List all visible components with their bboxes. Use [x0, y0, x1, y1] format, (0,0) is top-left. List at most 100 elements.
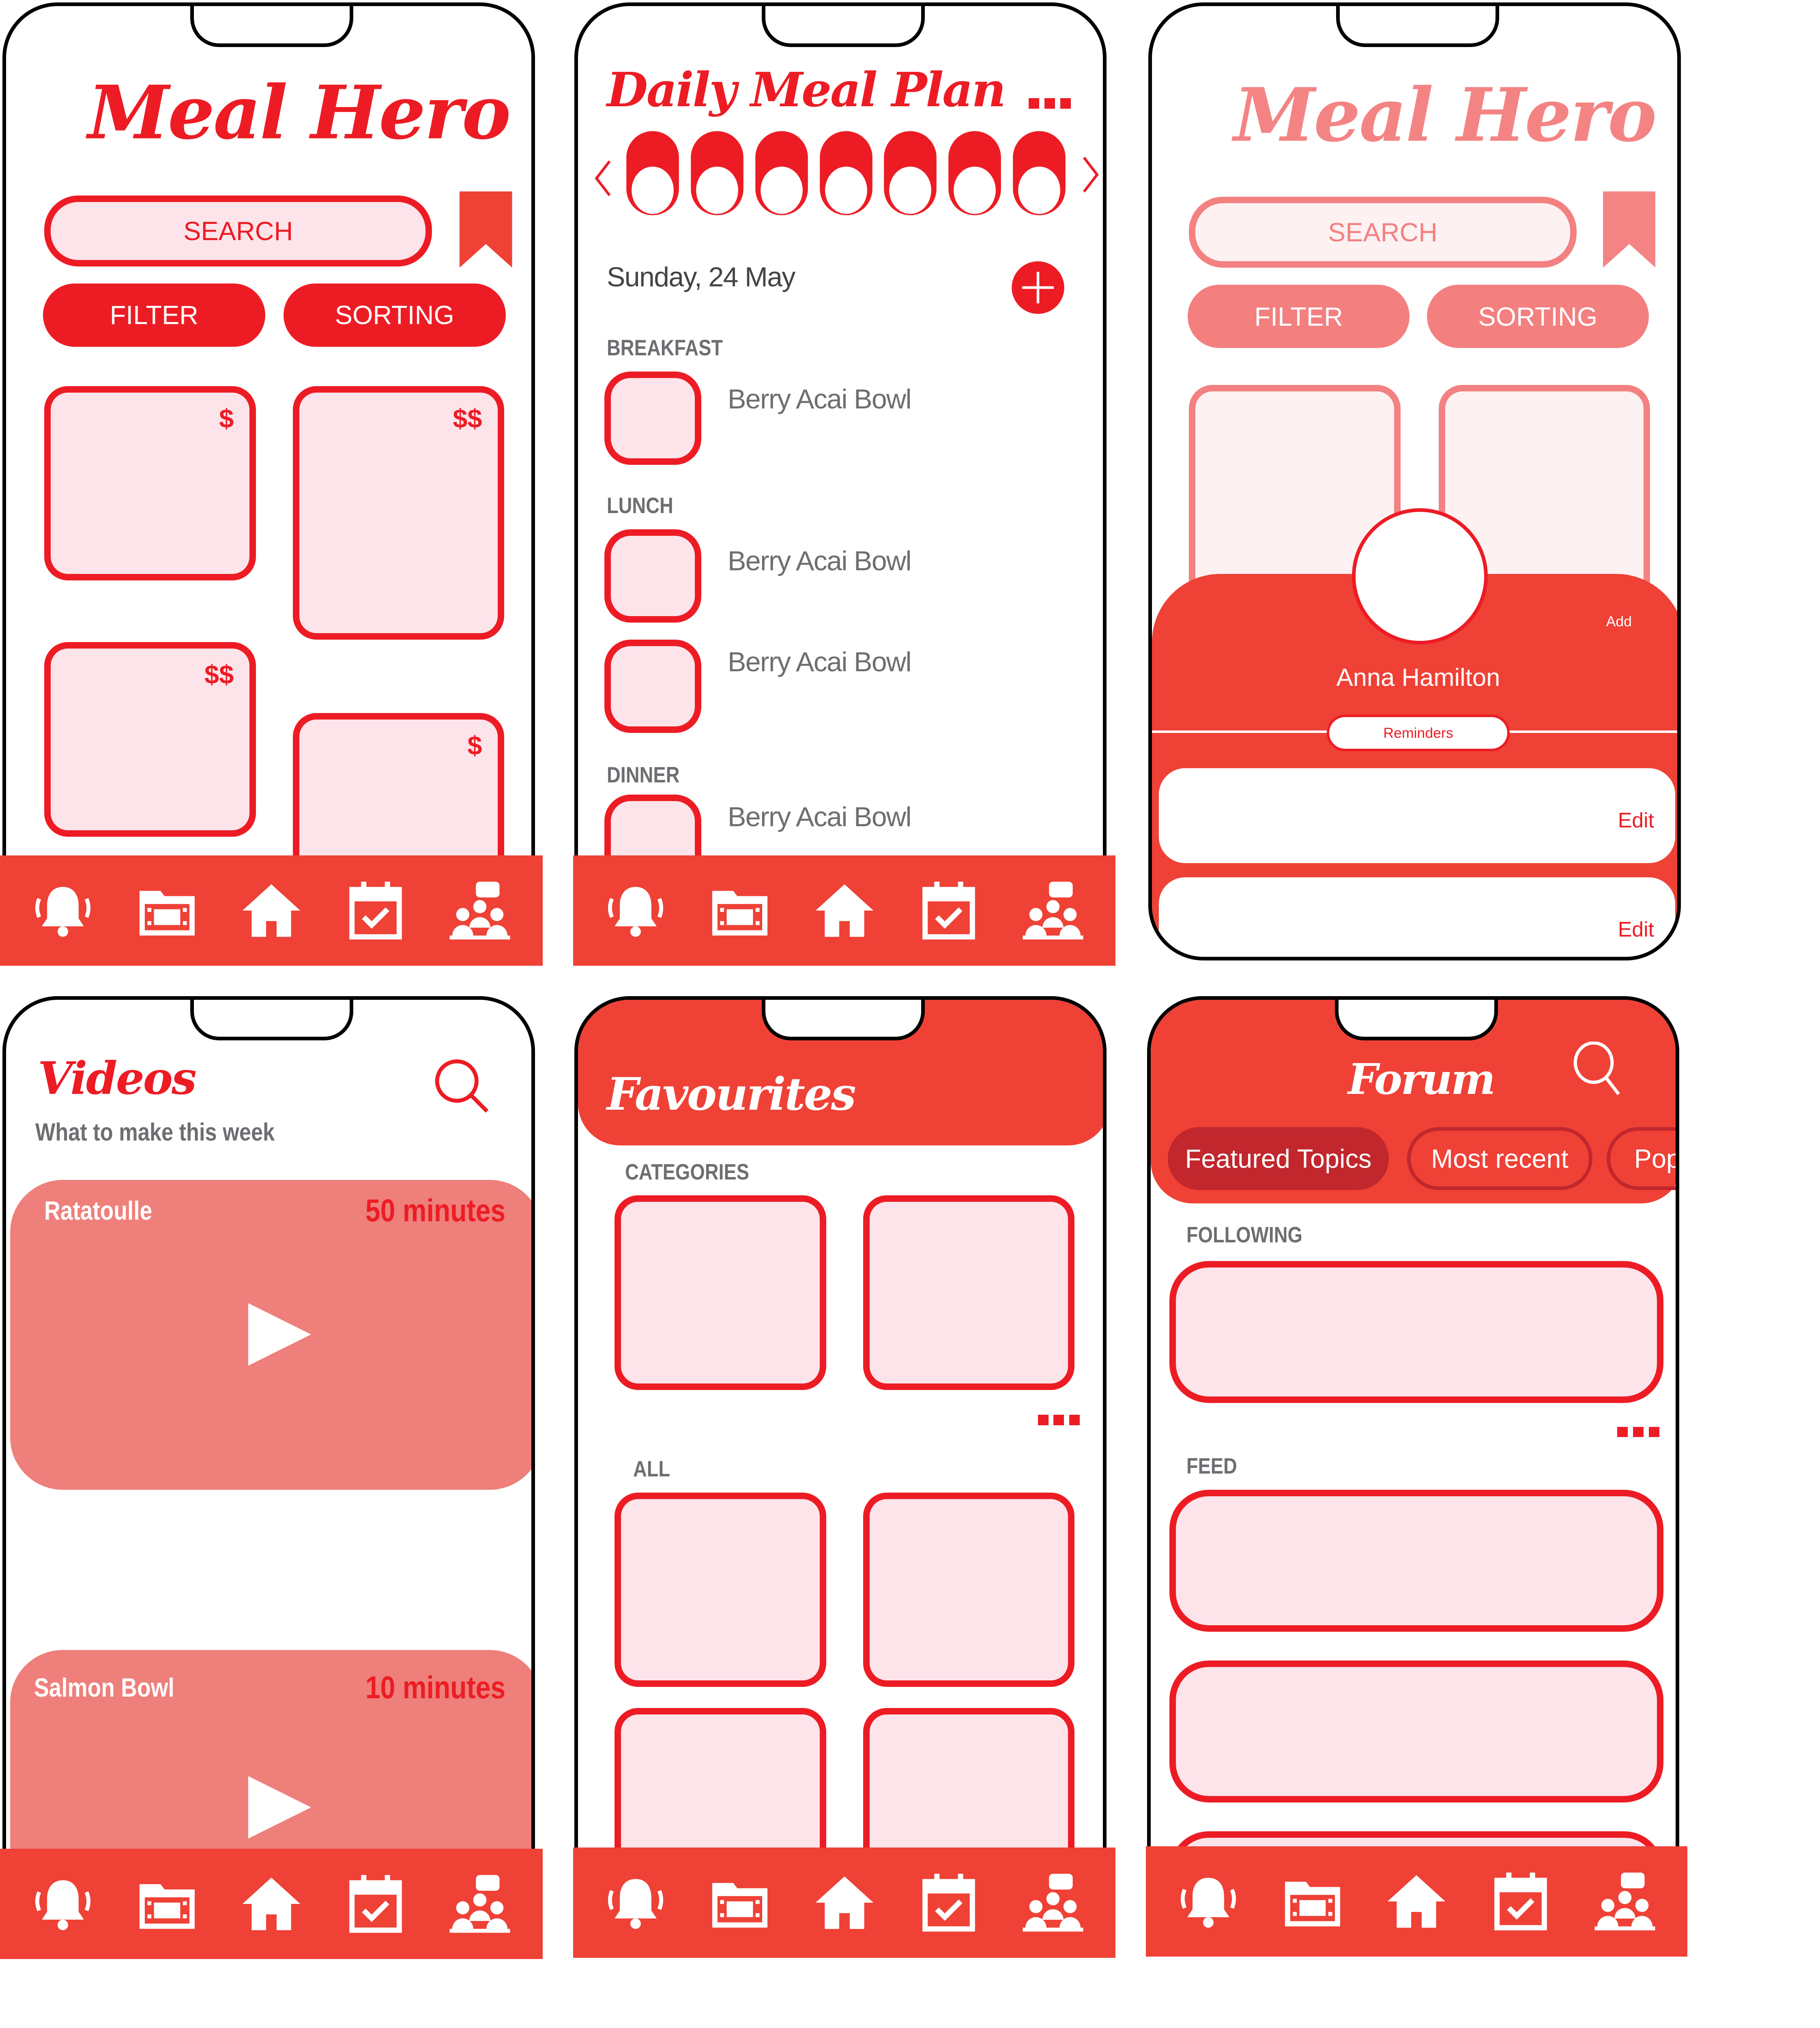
nav-forum-button[interactable]	[1019, 877, 1087, 945]
recipe-card[interactable]: $	[44, 386, 256, 581]
meal-item[interactable]: Berry Acai Bowl	[728, 545, 912, 577]
nav-meal-plan-button[interactable]	[915, 1869, 983, 1937]
nav-home-button[interactable]	[810, 1869, 878, 1937]
app-logo: Meal Hero	[88, 69, 511, 156]
meal-item[interactable]: Berry Acai Bowl	[728, 646, 912, 678]
home-icon	[242, 1878, 301, 1931]
day-toggle[interactable]	[819, 130, 874, 217]
meal-thumbnail[interactable]	[604, 640, 702, 733]
film-icon	[712, 1883, 768, 1928]
page-title: Videos	[38, 1052, 197, 1105]
nav-notifications-button[interactable]	[602, 1869, 670, 1937]
nav-notifications-button[interactable]	[1174, 1867, 1242, 1936]
day-toggle[interactable]	[754, 130, 809, 217]
nav-forum-button[interactable]	[1019, 1869, 1087, 1937]
add-meal-button[interactable]	[1010, 260, 1066, 315]
nav-notifications-button[interactable]	[28, 1870, 97, 1938]
calendar-check-icon	[349, 1875, 402, 1933]
community-icon	[1023, 881, 1083, 940]
calendar-check-icon	[349, 881, 402, 940]
film-icon	[712, 891, 768, 936]
page-title: Favourites	[607, 1068, 856, 1121]
nav-forum-button[interactable]	[446, 877, 514, 945]
bookmark-icon[interactable]	[460, 191, 512, 268]
filter-button[interactable]: FILTER	[43, 284, 265, 347]
following-card[interactable]	[1169, 1261, 1663, 1403]
category-card[interactable]	[863, 1195, 1075, 1390]
meal-thumbnail[interactable]	[604, 529, 702, 623]
video-card[interactable]: Ratatoulle 50 minutes	[10, 1179, 531, 1490]
nav-home-button[interactable]	[237, 1870, 305, 1938]
selected-date: Sunday, 24 May	[607, 261, 795, 292]
meal-item[interactable]: Berry Acai Bowl	[728, 383, 912, 415]
nav-meal-plan-button[interactable]	[915, 877, 983, 945]
search-input[interactable]: SEARCH	[44, 195, 432, 266]
day-toggle[interactable]	[690, 130, 745, 217]
calendar-check-icon	[1494, 1872, 1547, 1931]
more-options-icon[interactable]	[1028, 98, 1071, 109]
favourite-card[interactable]	[615, 1492, 827, 1687]
meal-item[interactable]: Berry Acai Bowl	[728, 801, 912, 833]
section-label-dinner: DINNER	[607, 762, 680, 788]
edit-button[interactable]: Edit	[1618, 808, 1654, 832]
tab-featured-topics[interactable]: Featured Topics	[1168, 1127, 1389, 1190]
nav-videos-button[interactable]	[706, 1869, 774, 1937]
bell-icon	[1181, 1878, 1236, 1928]
section-label-feed: FEED	[1186, 1453, 1237, 1479]
day-toggle[interactable]	[883, 130, 938, 217]
home-screen: Meal Hero SEARCH FILTER SORTING $ $$ $$ …	[2, 2, 535, 962]
recipe-card[interactable]: $$	[44, 642, 256, 837]
nav-meal-plan-button[interactable]	[342, 1870, 410, 1938]
section-label-all: ALL	[633, 1456, 670, 1481]
feed-card[interactable]	[1169, 1490, 1663, 1632]
meal-plan-screen: Daily Meal Plan Sunday, 24 May BREAKFAST…	[574, 2, 1107, 962]
sorting-button[interactable]: SORTING	[284, 284, 506, 347]
videos-screen: Videos What to make this week Ratatoulle…	[2, 996, 535, 1955]
price-badge: $	[219, 403, 234, 433]
bottom-nav	[573, 1848, 1116, 1958]
more-options-icon[interactable]	[1038, 1415, 1080, 1426]
nav-videos-button[interactable]	[133, 877, 201, 945]
day-toggle[interactable]	[1012, 130, 1067, 217]
nav-forum-button[interactable]	[1590, 1867, 1659, 1936]
community-icon	[449, 881, 510, 940]
chevron-left-icon[interactable]	[594, 159, 612, 198]
day-toggle[interactable]	[625, 130, 680, 217]
nav-notifications-button[interactable]	[602, 877, 670, 945]
price-badge: $$	[204, 660, 234, 690]
phone-notch	[190, 999, 353, 1041]
page-title: Daily Meal Plan	[607, 61, 1006, 118]
section-label-breakfast: BREAKFAST	[607, 335, 723, 361]
nav-meal-plan-button[interactable]	[1487, 1867, 1555, 1936]
bell-icon	[608, 887, 664, 937]
category-card[interactable]	[615, 1195, 827, 1390]
reminders-tab[interactable]: Reminders	[1327, 714, 1510, 752]
add-button[interactable]: Add	[1606, 613, 1632, 630]
play-icon[interactable]	[248, 1776, 311, 1839]
nav-forum-button[interactable]	[446, 1870, 514, 1938]
bell-icon	[35, 1880, 90, 1931]
search-icon[interactable]	[1571, 1042, 1627, 1097]
tab-popular[interactable]: Pop	[1607, 1127, 1676, 1190]
meal-thumbnail[interactable]	[604, 372, 702, 465]
search-icon[interactable]	[433, 1057, 491, 1115]
play-icon[interactable]	[248, 1303, 311, 1366]
film-icon	[139, 1884, 195, 1929]
tab-most-recent[interactable]: Most recent	[1407, 1127, 1592, 1190]
recipe-card[interactable]: $$	[292, 386, 505, 640]
day-toggle[interactable]	[947, 130, 1002, 217]
nav-videos-button[interactable]	[706, 877, 774, 945]
nav-home-button[interactable]	[1382, 1867, 1450, 1936]
chevron-right-icon[interactable]	[1081, 155, 1100, 194]
nav-videos-button[interactable]	[133, 1870, 201, 1938]
avatar[interactable]	[1352, 508, 1488, 644]
nav-meal-plan-button[interactable]	[342, 877, 410, 945]
more-options-icon[interactable]	[1617, 1426, 1659, 1437]
nav-home-button[interactable]	[810, 877, 878, 945]
nav-notifications-button[interactable]	[28, 877, 97, 945]
edit-button[interactable]: Edit	[1618, 917, 1654, 941]
nav-home-button[interactable]	[237, 877, 305, 945]
nav-videos-button[interactable]	[1279, 1867, 1347, 1936]
favourite-card[interactable]	[863, 1492, 1075, 1687]
feed-card[interactable]	[1169, 1661, 1663, 1803]
